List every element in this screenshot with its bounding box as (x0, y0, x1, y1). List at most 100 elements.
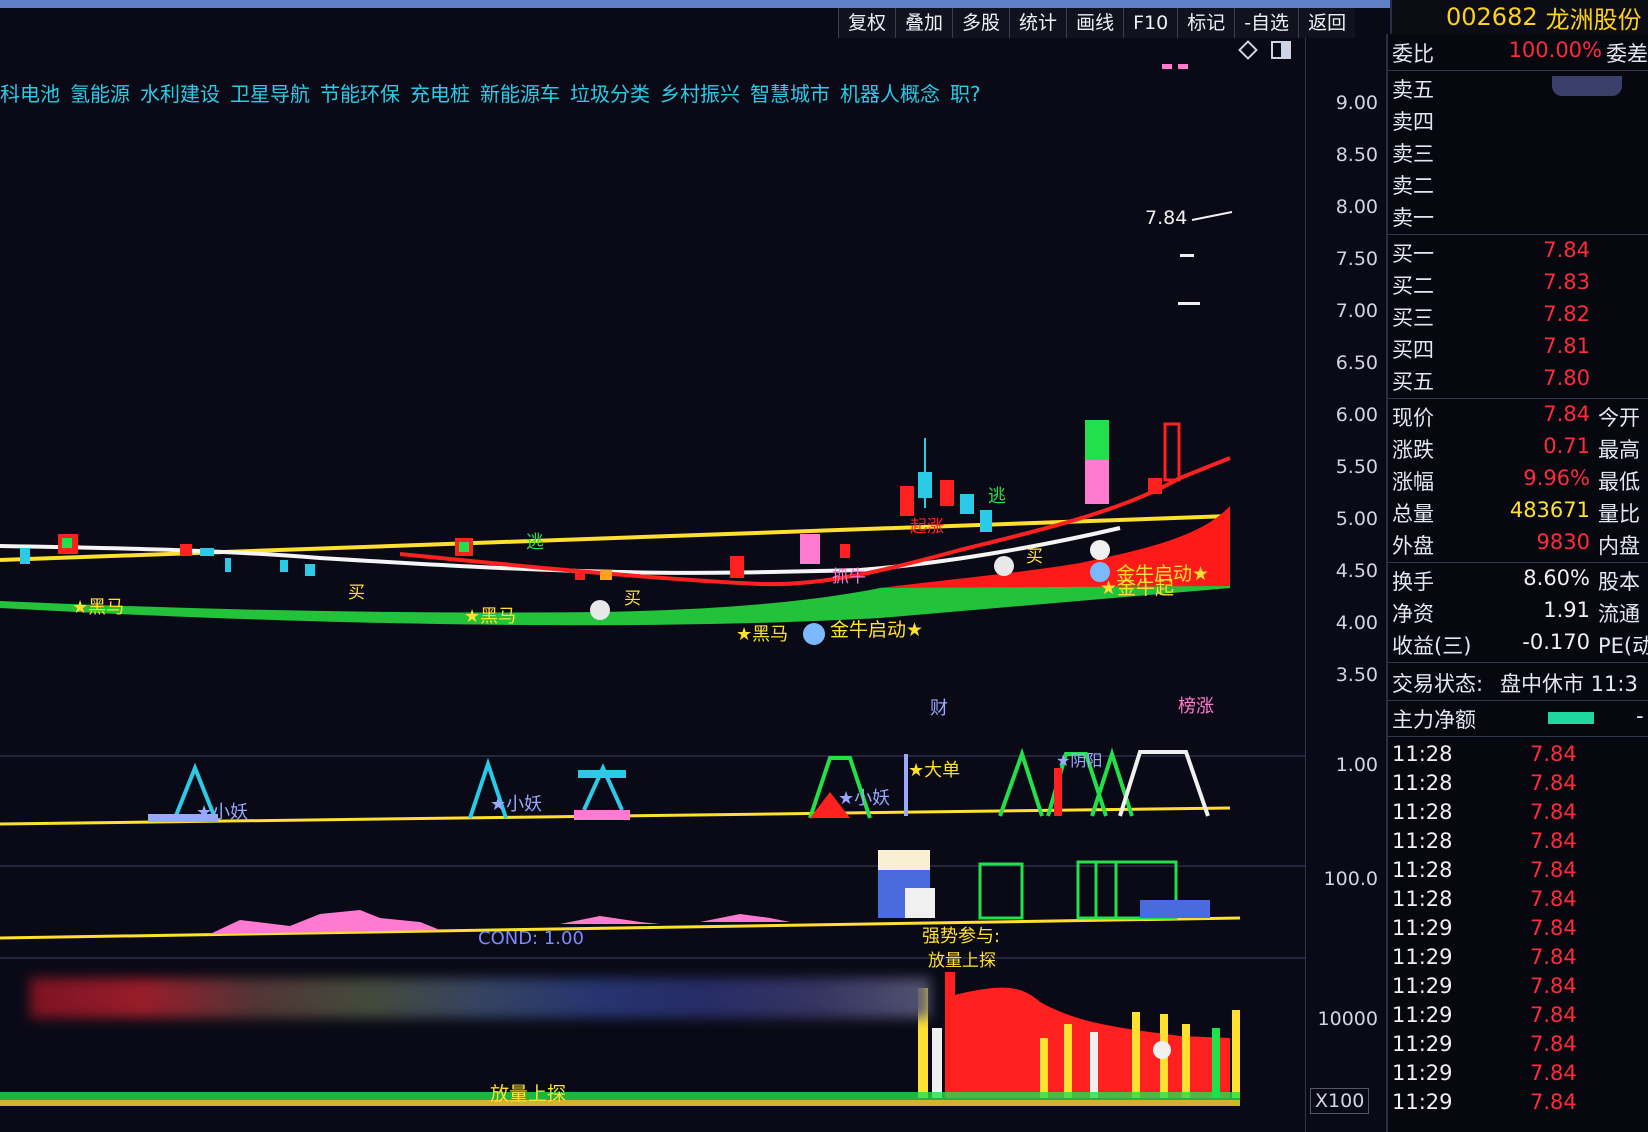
main-force-bar (1548, 712, 1594, 724)
tick-row: 11:28 7.84 (1388, 829, 1648, 859)
tick-row: 11:29 7.84 (1388, 1090, 1648, 1120)
tick-row: 11:29 7.84 (1388, 974, 1648, 1004)
quote-label: 换手 (1392, 570, 1434, 594)
buy-label: 买 (624, 589, 641, 609)
escape-label: 逃 (988, 486, 1006, 507)
bid-price: 7.84 (1543, 238, 1590, 262)
tick-time: 11:28 (1392, 742, 1453, 766)
quote-row: 现价 7.84 今开 (1388, 402, 1648, 434)
price-axis: 9.00 8.50 8.00 7.50 7.00 6.50 6.00 5.50 … (1305, 38, 1386, 1132)
tb-mark-button[interactable]: 标记 (1177, 8, 1235, 38)
tick-row: 11:28 7.84 (1388, 887, 1648, 917)
bid-label: 买三 (1392, 306, 1434, 330)
quote-value: 9830 (1536, 530, 1590, 554)
quote-value: 483671 (1509, 498, 1590, 522)
heima-label: ★黑马 (464, 606, 516, 627)
price-tick: 6.50 (1335, 352, 1378, 374)
yinyang-label: ★阴阳 (1056, 751, 1102, 770)
price-tick: 6.00 (1335, 404, 1378, 426)
last-price-label: 7.84 (1145, 207, 1187, 229)
tb-stats-button[interactable]: 统计 (1009, 8, 1067, 38)
tick-row: 11:28 7.84 (1388, 742, 1648, 772)
xiaoyao-label: ★小妖 (838, 788, 890, 809)
bid-label: 买一 (1392, 242, 1434, 266)
order-row: 卖四 (1388, 106, 1648, 138)
jinniu-start-label: 金牛启动★ (830, 619, 923, 641)
tick-time: 11:28 (1392, 829, 1453, 853)
price-tick: 3.50 (1335, 664, 1378, 686)
quote-label: 外盘 (1392, 534, 1434, 558)
order-row: 卖一 (1388, 202, 1648, 234)
ind3-tick: 10000 (1317, 1008, 1378, 1030)
quote-row: 涨跌 0.71 最高 (1388, 434, 1648, 466)
quote-label: 总量 (1392, 502, 1434, 526)
chart-toolbar: 复权 叠加 多股 统计 画线 F10 标记 -自选 返回 (838, 8, 1356, 38)
quote-row: 涨幅 9.96% 最低 (1388, 466, 1648, 498)
stock-name: 龙洲股份 (1545, 5, 1642, 34)
price-tick: 9.00 (1335, 92, 1378, 114)
tb-fuquan-button[interactable]: 复权 (838, 8, 896, 38)
tick-price: 7.84 (1530, 974, 1577, 998)
quote-label: 净资 (1392, 602, 1434, 626)
tick-time: 11:29 (1392, 974, 1453, 998)
price-tick: 7.50 (1335, 248, 1378, 270)
tick-price: 7.84 (1530, 916, 1577, 940)
price-tick: 5.00 (1335, 508, 1378, 530)
tick-price: 7.84 (1530, 1061, 1577, 1085)
tick-time: 11:29 (1392, 1003, 1453, 1027)
tick-price: 7.84 (1530, 1003, 1577, 1027)
quote-label: 涨幅 (1392, 470, 1434, 494)
quote-row: 总量 483671 量比 (1388, 498, 1648, 530)
tb-overlay-button[interactable]: 叠加 (895, 8, 953, 38)
ask-label: 卖五 (1392, 78, 1434, 102)
tb-draw-button[interactable]: 画线 (1066, 8, 1124, 38)
tick-time: 11:29 (1392, 916, 1453, 940)
tb-multi-button[interactable]: 多股 (952, 8, 1010, 38)
quote-row: 外盘 9830 内盘 (1388, 530, 1648, 562)
weibi-row: 委比 100.00% 委差 (1388, 38, 1648, 70)
quote-value: -0.170 (1522, 630, 1590, 654)
order-row: 卖三 (1388, 138, 1648, 170)
tick-time: 11:29 (1392, 1032, 1453, 1056)
tick-price: 7.84 (1530, 1032, 1577, 1056)
quote-label: 现价 (1392, 406, 1434, 430)
heima-label: ★黑马 (72, 597, 124, 618)
money-icon (994, 556, 1014, 576)
ask-label: 卖二 (1392, 174, 1434, 198)
quote-value: 0.71 (1543, 434, 1590, 458)
x100-label[interactable]: X100 (1310, 1088, 1370, 1114)
heima-label: ★黑马 (736, 624, 788, 645)
tick-time: 11:28 (1392, 887, 1453, 911)
tick-price: 7.84 (1530, 858, 1577, 882)
main-force-value: - (1636, 704, 1644, 728)
price-tick: 8.50 (1335, 144, 1378, 166)
kline-chart[interactable]: ★黑马 ★黑马 ★黑马 买 买 买 逃 逃 金牛启动★ 金牛启动★ ★金牛起 抓… (0, 38, 1305, 1132)
green-band-area (0, 558, 1230, 626)
quote-right-label: 最高 (1598, 438, 1640, 462)
quote-value: 8.60% (1523, 566, 1590, 590)
tick-price: 7.84 (1530, 771, 1577, 795)
bid-price: 7.81 (1543, 334, 1590, 358)
tick-row: 11:29 7.84 (1388, 916, 1648, 946)
quote-right-label: PE(动 (1598, 634, 1648, 658)
tick-price: 7.84 (1530, 945, 1577, 969)
bid-price: 7.80 (1543, 366, 1590, 390)
tb-f10-button[interactable]: F10 (1123, 8, 1178, 38)
escape-label: 逃 (526, 532, 544, 553)
tb-watchlist-button[interactable]: -自选 (1234, 8, 1299, 38)
quote-right-label: 股本 (1598, 570, 1640, 594)
bid-price: 7.83 (1543, 270, 1590, 294)
ask-label: 卖四 (1392, 110, 1434, 134)
qizhang-label: 起涨 (910, 517, 944, 537)
last-price-arrow (1191, 211, 1233, 221)
layout-toggle-icon (1271, 41, 1291, 59)
quote-value: 9.96% (1523, 466, 1590, 490)
ask-label: 卖一 (1392, 206, 1434, 230)
trade-status-row: 交易状态: 盘中休市 11:3 (1388, 668, 1648, 700)
tick-row: 11:29 7.84 (1388, 1061, 1648, 1091)
xiaoyao-label: ★小妖 (490, 794, 542, 815)
price-tick: 4.50 (1335, 560, 1378, 582)
price-tick: 7.00 (1335, 300, 1378, 322)
order-row: 卖二 (1388, 170, 1648, 202)
tb-back-button[interactable]: 返回 (1298, 8, 1356, 38)
